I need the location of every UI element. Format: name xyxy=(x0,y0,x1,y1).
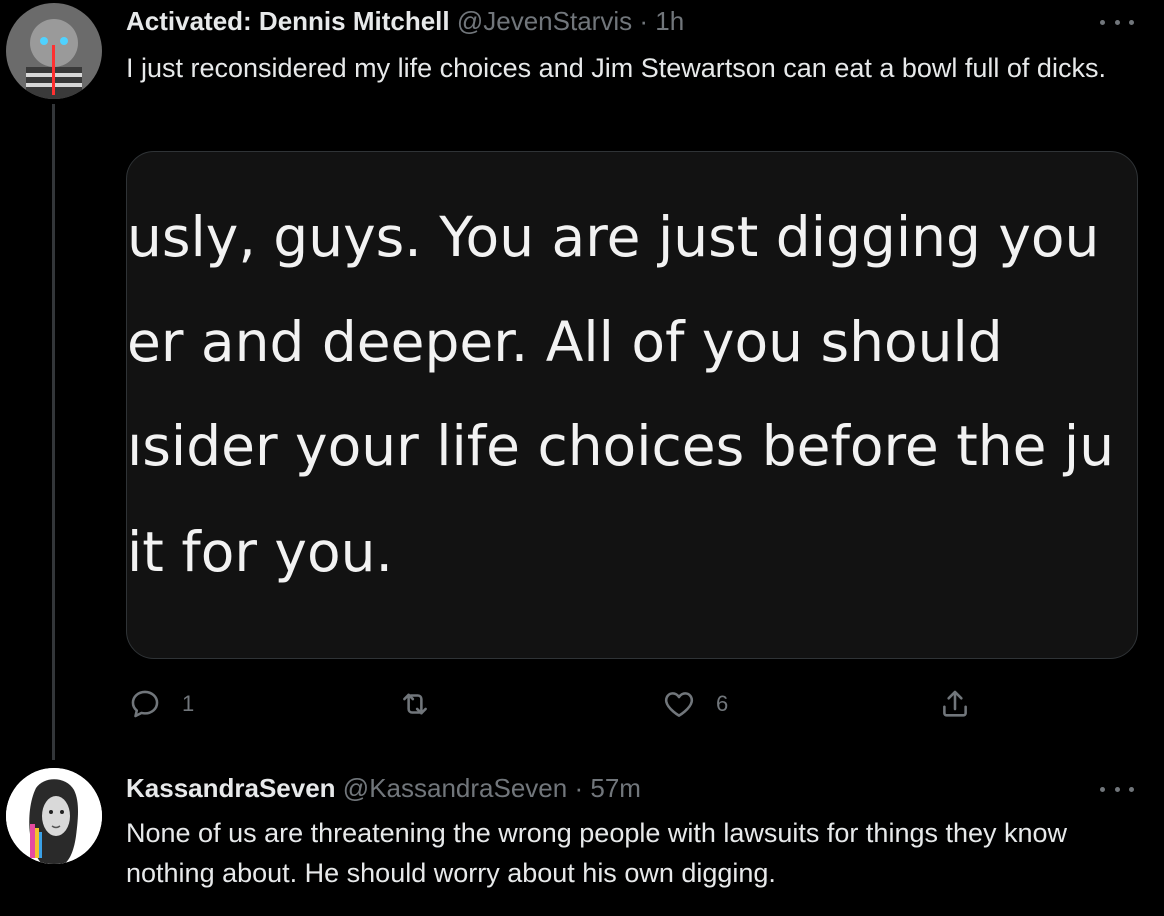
retweet-icon xyxy=(403,693,427,715)
media-text-line: it for you. xyxy=(127,520,393,584)
avatar-image xyxy=(6,3,102,99)
media-text-line: ısider your life choices before the ju xyxy=(127,414,1115,478)
like-button[interactable]: 6 xyxy=(662,686,728,722)
timestamp[interactable]: 57m xyxy=(590,773,641,803)
more-icon[interactable] xyxy=(1100,7,1134,37)
heart-icon xyxy=(664,692,694,717)
tweet-text: None of us are threatening the wrong peo… xyxy=(126,818,1068,888)
separator-dot: · xyxy=(639,6,648,36)
retweet-button[interactable] xyxy=(398,686,452,722)
tweet-text: I just reconsidered my life choices and … xyxy=(126,53,1106,83)
tweet-2[interactable]: KassandraSeven @KassandraSeven · 57m Non… xyxy=(0,760,1164,916)
tweet-actions: 1 6 xyxy=(126,686,986,726)
tweet-header: KassandraSeven @KassandraSeven · 57m xyxy=(126,772,641,804)
display-name[interactable]: Activated: Dennis Mitchell xyxy=(126,6,450,36)
handle[interactable]: @KassandraSeven xyxy=(343,773,567,803)
tweet-1[interactable]: Activated: Dennis Mitchell @JevenStarvis… xyxy=(0,0,1164,760)
avatar[interactable] xyxy=(6,3,102,99)
tweet-header: Activated: Dennis Mitchell @JevenStarvis… xyxy=(126,5,684,37)
like-count: 6 xyxy=(716,691,729,716)
media-text-line: er and deeper. All of you should xyxy=(127,310,1003,374)
share-icon xyxy=(943,690,967,717)
thread-line xyxy=(52,104,55,760)
reply-button[interactable]: 1 xyxy=(128,686,194,722)
more-icon[interactable] xyxy=(1100,774,1134,804)
handle[interactable]: @JevenStarvis xyxy=(457,6,632,36)
tweet-media[interactable]: usly, guys. You are just digging you er … xyxy=(126,151,1138,659)
avatar[interactable] xyxy=(6,768,102,864)
reply-icon xyxy=(131,690,159,718)
separator-dot: · xyxy=(574,773,584,803)
media-text-line: usly, guys. You are just digging you xyxy=(127,205,1100,269)
share-button[interactable] xyxy=(938,686,972,722)
reply-count: 1 xyxy=(182,691,195,716)
timestamp[interactable]: 1h xyxy=(655,6,684,36)
avatar-image xyxy=(6,768,102,864)
display-name[interactable]: KassandraSeven xyxy=(126,773,336,803)
